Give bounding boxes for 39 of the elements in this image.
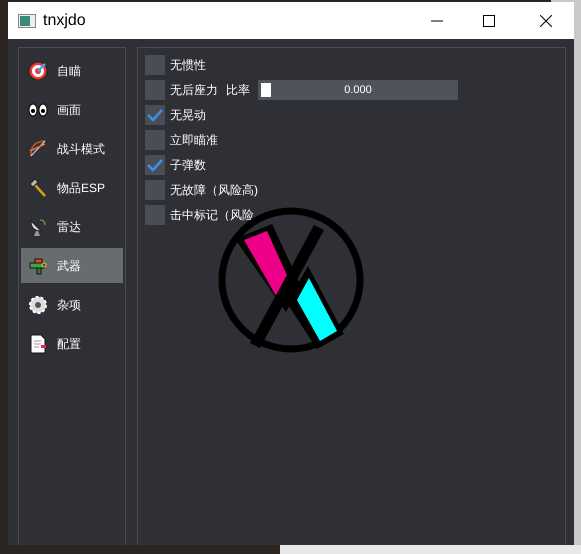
window-title: tnxjdo — [43, 10, 86, 30]
option-label: 无惯性 — [170, 57, 206, 74]
slider-value: 0.000 — [344, 82, 372, 98]
document-icon — [28, 334, 48, 354]
sidebar-item[interactable]: 画面 — [21, 92, 123, 127]
checkbox[interactable] — [145, 130, 165, 150]
sidebar-item[interactable]: 自瞄 — [21, 53, 123, 88]
slider-track[interactable]: 0.000 — [258, 80, 458, 100]
app-icon — [18, 14, 36, 28]
satellite-dish-icon — [28, 216, 48, 236]
hammer-icon — [28, 178, 48, 198]
option-label: 子弹数 — [170, 157, 206, 174]
sidebar-item[interactable]: 战斗模式 — [21, 131, 123, 166]
slider-thumb[interactable] — [261, 83, 271, 97]
option-label: 立即瞄准 — [170, 132, 218, 149]
checkbox[interactable] — [145, 205, 165, 225]
option-label: 无后座力 — [170, 82, 218, 99]
option-label: 无晃动 — [170, 107, 206, 124]
sidebar-item[interactable]: 武器 — [21, 248, 123, 283]
checkbox[interactable] — [145, 55, 165, 75]
checkmark-icon — [147, 158, 163, 172]
bow-icon — [28, 138, 48, 158]
slider-label: 比率 — [226, 82, 250, 99]
sidebar-item[interactable]: 配置 — [21, 326, 123, 361]
maximize-icon — [483, 14, 495, 26]
checkbox[interactable] — [145, 105, 165, 125]
option-label: 无故障（风险高) — [170, 182, 258, 199]
sidebar-item[interactable]: 杂项 — [21, 287, 123, 322]
sidebar-item[interactable]: 雷达 — [21, 209, 123, 244]
gear-icon — [28, 294, 48, 314]
checkbox[interactable] — [145, 80, 165, 100]
target-icon — [28, 60, 48, 80]
checkbox[interactable] — [145, 155, 165, 175]
checkmark-icon — [147, 108, 163, 122]
option-label: 击中标记（风险 — [170, 207, 254, 224]
sidebar-item[interactable]: 物品ESP — [21, 170, 123, 205]
checkbox[interactable] — [145, 180, 165, 200]
water-gun-icon — [28, 256, 48, 276]
close-icon — [540, 14, 552, 26]
